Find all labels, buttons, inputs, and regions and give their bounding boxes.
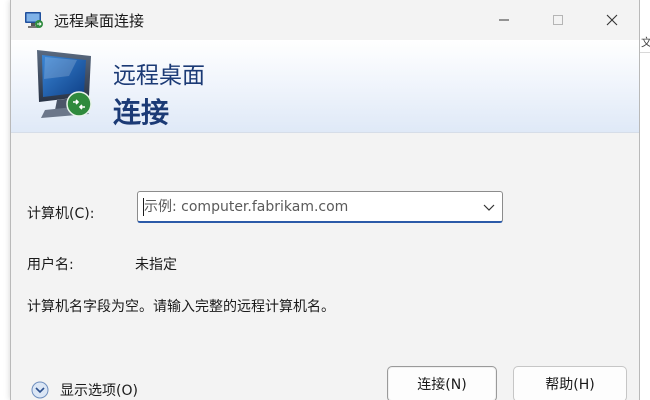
background-window-edge: 文	[640, 0, 650, 400]
remote-desktop-dialog: 远程桌面连接 远程桌面 连接 计算机(C): 示例: computer.fabr…	[10, 0, 640, 400]
close-button[interactable]	[585, 0, 639, 40]
window-controls	[477, 0, 639, 40]
minimize-icon	[499, 19, 509, 21]
window-title: 远程桌面连接	[54, 11, 145, 30]
show-options-label: 显示选项(O)	[60, 383, 138, 399]
username-label: 用户名:	[27, 257, 74, 273]
minimize-button[interactable]	[477, 0, 531, 40]
username-value: 未指定	[135, 257, 177, 273]
title-bar[interactable]: 远程桌面连接	[11, 0, 639, 40]
maximize-icon	[553, 15, 563, 25]
validation-message: 计算机名字段为空。请输入完整的远程计算机名。	[27, 299, 335, 315]
computer-combobox[interactable]	[137, 191, 503, 223]
close-icon	[606, 14, 618, 26]
background-divider	[640, 52, 650, 53]
help-button[interactable]: 帮助(H)	[513, 366, 627, 400]
maximize-button[interactable]	[531, 0, 585, 40]
chevron-down-icon[interactable]	[482, 200, 496, 214]
computer-input[interactable]	[142, 192, 474, 221]
show-options-toggle[interactable]: 显示选项(O)	[31, 380, 138, 400]
header-banner: 远程桌面 连接	[11, 40, 639, 133]
connect-button[interactable]: 连接(N)	[387, 366, 497, 400]
background-glyph: 文	[641, 36, 650, 49]
expand-down-icon	[31, 381, 49, 399]
banner-title-line1: 远程桌面	[113, 63, 205, 89]
computer-label: 计算机(C):	[27, 206, 95, 222]
monitor-icon	[37, 50, 92, 118]
banner-title-line2: 连接	[113, 96, 170, 129]
remote-desktop-icon	[24, 11, 44, 29]
